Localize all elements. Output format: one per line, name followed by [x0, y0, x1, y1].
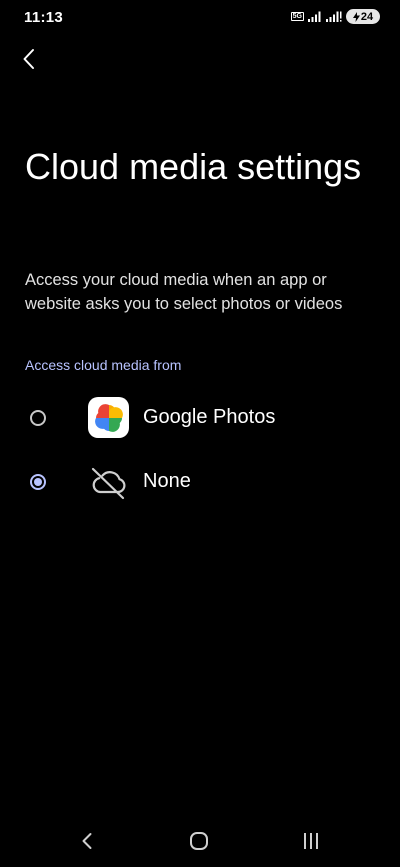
nav-back-button[interactable]: [72, 828, 102, 854]
battery-level: 24: [360, 10, 374, 23]
radio-button-none[interactable]: [30, 474, 46, 490]
radio-selected-dot: [34, 478, 42, 486]
radio-button-google-photos[interactable]: [30, 410, 46, 426]
option-google-photos[interactable]: Google Photos: [0, 390, 400, 450]
signal-icon-secondary: [326, 11, 342, 22]
page-title: Cloud media settings: [25, 146, 362, 187]
section-label: Access cloud media from: [25, 357, 182, 373]
option-label: Google Photos: [143, 406, 276, 428]
battery-indicator: 24: [346, 9, 380, 24]
nav-recents-icon: [304, 833, 318, 849]
nav-home-icon: [190, 832, 208, 850]
status-icons: 5G 24: [290, 9, 380, 24]
nav-recents-button[interactable]: [296, 828, 326, 854]
cloud-off-icon: [88, 461, 129, 502]
nav-home-button[interactable]: [184, 828, 214, 854]
navigation-bar: [0, 818, 400, 864]
option-label: None: [143, 470, 191, 492]
back-button[interactable]: [12, 42, 46, 76]
nav-back-icon: [82, 833, 92, 849]
google-photos-icon: [88, 397, 129, 438]
page-description: Access your cloud media when an app or w…: [25, 271, 343, 313]
option-none[interactable]: None: [0, 454, 400, 514]
back-arrow-icon: [23, 49, 34, 69]
charging-icon: [352, 11, 360, 22]
status-time: 11:13: [24, 9, 64, 26]
signal-icon: [308, 11, 321, 22]
status-bar: 11:13 5G 24: [0, 0, 400, 36]
network-type-badge: 5G: [290, 12, 304, 21]
